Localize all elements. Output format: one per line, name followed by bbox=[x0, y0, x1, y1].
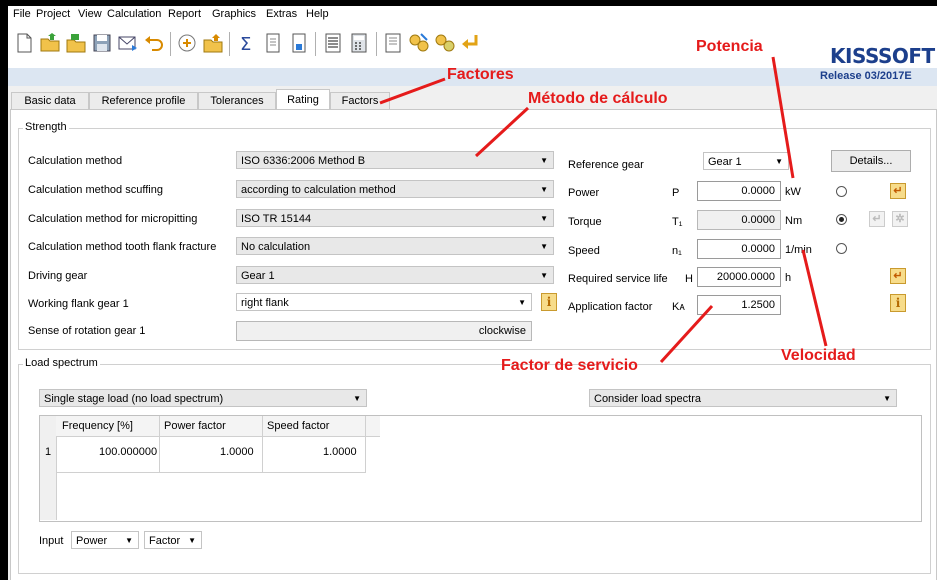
annotation-factores: Factores bbox=[447, 66, 514, 83]
kisssoft-window: File Project View Calculation Report Gra… bbox=[8, 6, 937, 580]
annotation-metodo: Método de cálculo bbox=[528, 90, 668, 107]
annotation-arrow-velocidad bbox=[801, 249, 828, 347]
annotation-arrow-factores bbox=[379, 77, 446, 105]
annotation-factor-servicio: Factor de servicio bbox=[501, 357, 638, 374]
annotation-arrows bbox=[379, 56, 828, 364]
annotation-arrow-metodo bbox=[474, 106, 530, 158]
annotation-arrow-servicio bbox=[659, 304, 714, 364]
annotation-velocidad: Velocidad bbox=[781, 347, 856, 364]
annotation-potencia: Potencia bbox=[696, 38, 763, 55]
annotation-arrow-potencia bbox=[771, 56, 795, 179]
